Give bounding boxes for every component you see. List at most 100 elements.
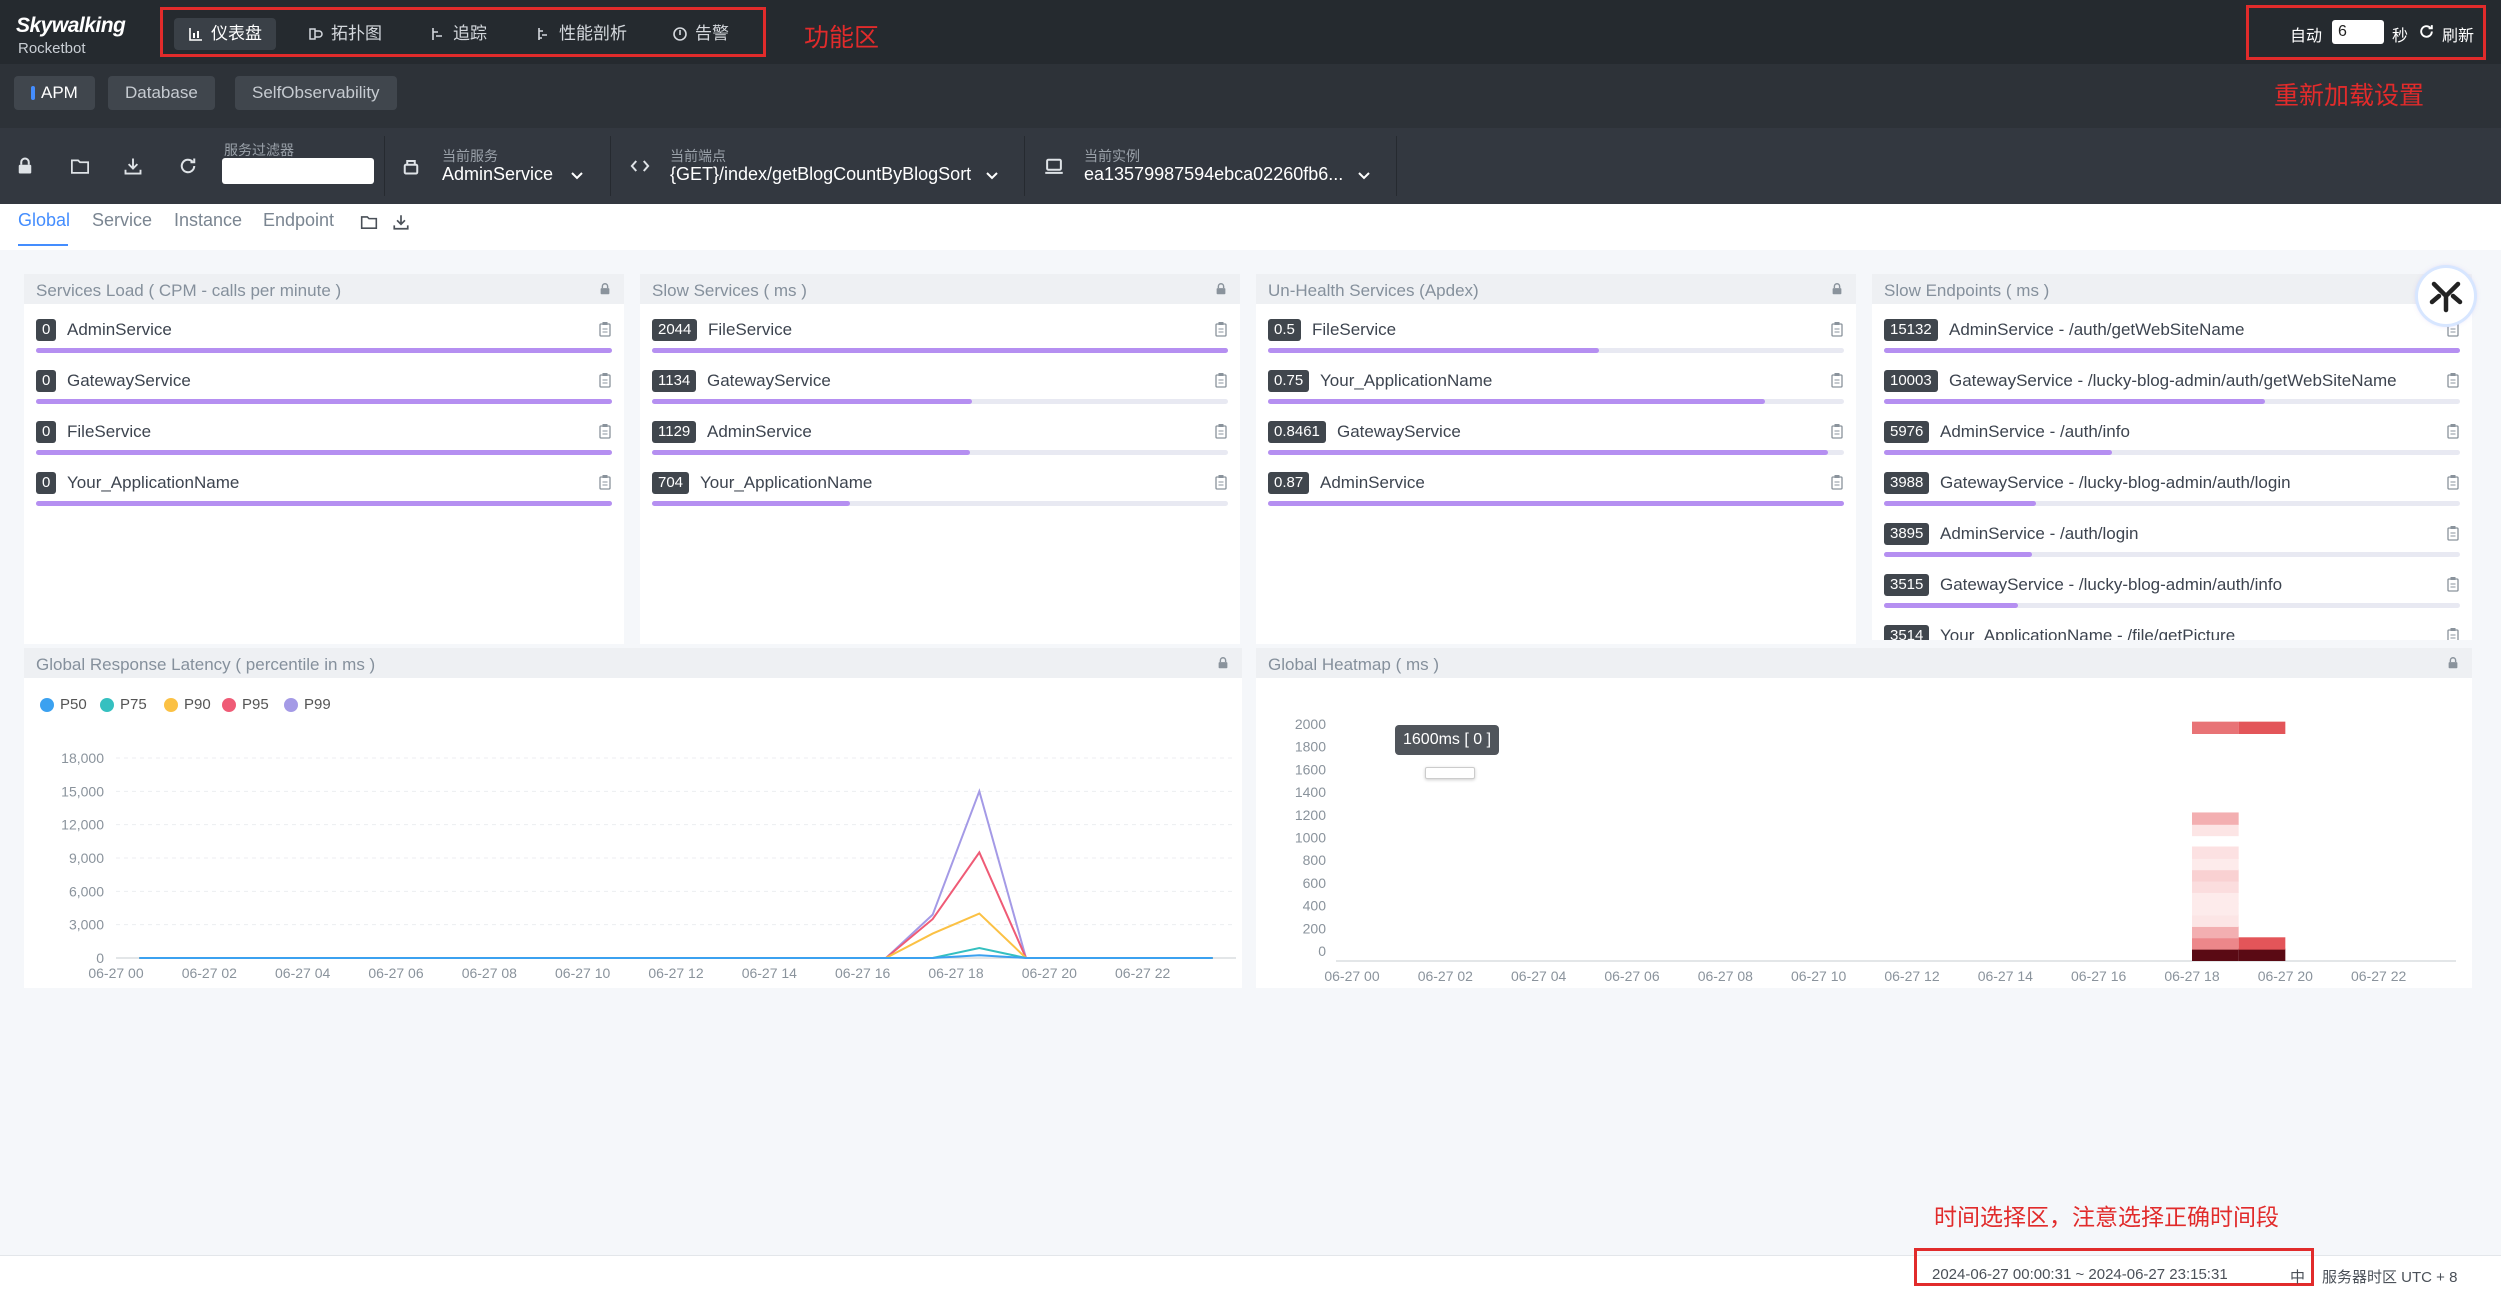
heatmap-cell[interactable] bbox=[2192, 857, 2239, 871]
copy-icon[interactable] bbox=[1214, 321, 1228, 337]
x-tick-label: 06-27 06 bbox=[368, 965, 423, 981]
list-item[interactable]: 0.8461 GatewayService bbox=[1268, 421, 1844, 471]
list-item[interactable]: 0.87 AdminService bbox=[1268, 472, 1844, 522]
copy-icon[interactable] bbox=[1214, 423, 1228, 439]
heatmap-cell[interactable] bbox=[2192, 846, 2239, 859]
assistant-logo-icon[interactable] bbox=[2418, 268, 2474, 324]
list-item[interactable]: 3988 GatewayService - /lucky-blog-admin/a… bbox=[1884, 472, 2460, 522]
list-item[interactable]: 0 AdminService bbox=[36, 319, 612, 369]
legend-item[interactable]: P50 bbox=[40, 696, 87, 713]
legend-item[interactable]: P95 bbox=[222, 696, 269, 713]
item-name: FileService bbox=[67, 422, 152, 441]
series-line-p75[interactable] bbox=[139, 946, 1213, 959]
lock-icon[interactable] bbox=[1830, 282, 1844, 296]
copy-icon[interactable] bbox=[1830, 423, 1844, 439]
copy-icon[interactable] bbox=[598, 372, 612, 388]
x-tick-label: 06-27 12 bbox=[648, 965, 703, 981]
heatmap-cell[interactable] bbox=[2192, 914, 2239, 927]
list-item[interactable]: 1129 AdminService bbox=[652, 421, 1228, 471]
item-name: GatewayService - /lucky-blog-admin/auth/… bbox=[1940, 473, 2291, 492]
heatmap-cell[interactable] bbox=[2192, 812, 2239, 825]
list-item[interactable]: 15132 AdminService - /auth/getWebSiteName bbox=[1884, 319, 2460, 369]
copy-icon[interactable] bbox=[1830, 372, 1844, 388]
copy-icon[interactable] bbox=[598, 474, 612, 490]
lock-icon[interactable] bbox=[1216, 656, 1230, 670]
copy-icon[interactable] bbox=[1830, 474, 1844, 490]
heatmap-cell[interactable] bbox=[2192, 721, 2239, 734]
legend-item[interactable]: P99 bbox=[284, 696, 331, 713]
heatmap-cell[interactable] bbox=[2192, 891, 2239, 905]
copy-icon[interactable] bbox=[598, 423, 612, 439]
copy-icon[interactable] bbox=[2446, 372, 2460, 388]
heatmap-cell[interactable] bbox=[2192, 823, 2239, 837]
series-line-p95[interactable] bbox=[139, 850, 1213, 959]
copy-icon[interactable] bbox=[2446, 423, 2460, 439]
heatmap-cell[interactable] bbox=[2192, 880, 2239, 893]
download-icon[interactable] bbox=[123, 156, 143, 176]
reload-icon[interactable] bbox=[178, 156, 198, 176]
list-item[interactable]: 3515 GatewayService - /lucky-blog-admin/a… bbox=[1884, 574, 2460, 624]
logo-subtitle: Rocketbot bbox=[18, 40, 86, 57]
list-item[interactable]: 3514 Your_ApplicationName - /file/getPict… bbox=[1884, 625, 2460, 640]
legend-label: P99 bbox=[304, 696, 331, 713]
copy-icon[interactable] bbox=[598, 321, 612, 337]
heatmap-cell[interactable] bbox=[2192, 937, 2239, 950]
tab-service[interactable]: Service bbox=[92, 210, 152, 231]
service-filter-input[interactable] bbox=[222, 158, 374, 184]
list-item[interactable]: 0 GatewayService bbox=[36, 370, 612, 420]
x-tick-label: 06-27 14 bbox=[1978, 968, 2033, 984]
list-item[interactable]: 10003 GatewayService - /lucky-blog-admin/… bbox=[1884, 370, 2460, 420]
copy-icon[interactable] bbox=[2446, 525, 2460, 541]
heatmap-cell[interactable] bbox=[2192, 925, 2239, 939]
layer-tab-database[interactable]: Database bbox=[108, 76, 215, 110]
copy-icon[interactable] bbox=[2446, 576, 2460, 592]
heatmap-cell[interactable] bbox=[2238, 937, 2286, 950]
list-item[interactable]: 2044 FileService bbox=[652, 319, 1228, 369]
tab-global[interactable]: Global bbox=[18, 210, 70, 231]
value-badge: 0.75 bbox=[1268, 370, 1310, 392]
list-item[interactable]: 3895 AdminService - /auth/login bbox=[1884, 523, 2460, 573]
list-item[interactable]: 0 Your_ApplicationName bbox=[36, 472, 612, 522]
heatmap-cell[interactable] bbox=[2192, 903, 2239, 916]
list-item[interactable]: 0.75 Your_ApplicationName bbox=[1268, 370, 1844, 420]
copy-icon[interactable] bbox=[1214, 474, 1228, 490]
copy-icon[interactable] bbox=[1830, 321, 1844, 337]
series-line-p50[interactable] bbox=[139, 954, 1213, 959]
heatmap-cell[interactable] bbox=[2238, 948, 2286, 961]
layer-tab-apm[interactable]: APM bbox=[14, 76, 95, 110]
list-item[interactable]: 1134 GatewayService bbox=[652, 370, 1228, 420]
list-item[interactable]: 0 FileService bbox=[36, 421, 612, 471]
series-line-p99[interactable] bbox=[139, 788, 1213, 959]
x-tick-label: 06-27 12 bbox=[1884, 968, 1939, 984]
tab-endpoint[interactable]: Endpoint bbox=[263, 210, 334, 231]
latency-line-chart: 0 3,000 6,000 9,000 12,000 15,000 18,000 06-27 … bbox=[61, 750, 1236, 981]
copy-icon[interactable] bbox=[2446, 474, 2460, 490]
list-item[interactable]: 5976 AdminService - /auth/info bbox=[1884, 421, 2460, 471]
language-toggle[interactable]: 中 bbox=[2290, 1266, 2305, 1287]
y-tick-label: 600 bbox=[1303, 875, 1327, 891]
folder-icon[interactable] bbox=[70, 156, 90, 176]
copy-icon[interactable] bbox=[2446, 627, 2460, 640]
legend-item[interactable]: P75 bbox=[100, 696, 147, 713]
lock-icon[interactable] bbox=[598, 282, 612, 296]
list-item[interactable]: 704 Your_ApplicationName bbox=[652, 472, 1228, 522]
ratio-bar bbox=[1884, 348, 2460, 353]
lock-icon[interactable] bbox=[2446, 656, 2460, 670]
value-badge: 3895 bbox=[1884, 523, 1930, 545]
layer-tab-selfobservability[interactable]: SelfObservability bbox=[235, 76, 397, 110]
download-icon[interactable] bbox=[392, 213, 410, 231]
y-tick-label: 0 bbox=[1318, 943, 1326, 959]
lock-icon[interactable] bbox=[15, 156, 35, 176]
copy-icon[interactable] bbox=[1214, 372, 1228, 388]
series-line-p90[interactable] bbox=[139, 912, 1213, 959]
legend-item[interactable]: P90 bbox=[164, 696, 211, 713]
folder-icon[interactable] bbox=[360, 213, 378, 231]
panel-slow-services: Slow Services ( ms ) 2044 FileService 1134… bbox=[640, 274, 1240, 644]
heatmap-cell[interactable] bbox=[2192, 869, 2239, 882]
time-range-picker[interactable]: 2024-06-27 00:00:31 ~ 2024-06-27 23:15:3… bbox=[1932, 1266, 2228, 1283]
lock-icon[interactable] bbox=[1214, 282, 1228, 296]
heatmap-cell[interactable] bbox=[2238, 721, 2286, 734]
tab-instance[interactable]: Instance bbox=[174, 210, 242, 231]
list-item[interactable]: 0.5 FileService bbox=[1268, 319, 1844, 369]
heatmap-cell[interactable] bbox=[2192, 948, 2239, 961]
